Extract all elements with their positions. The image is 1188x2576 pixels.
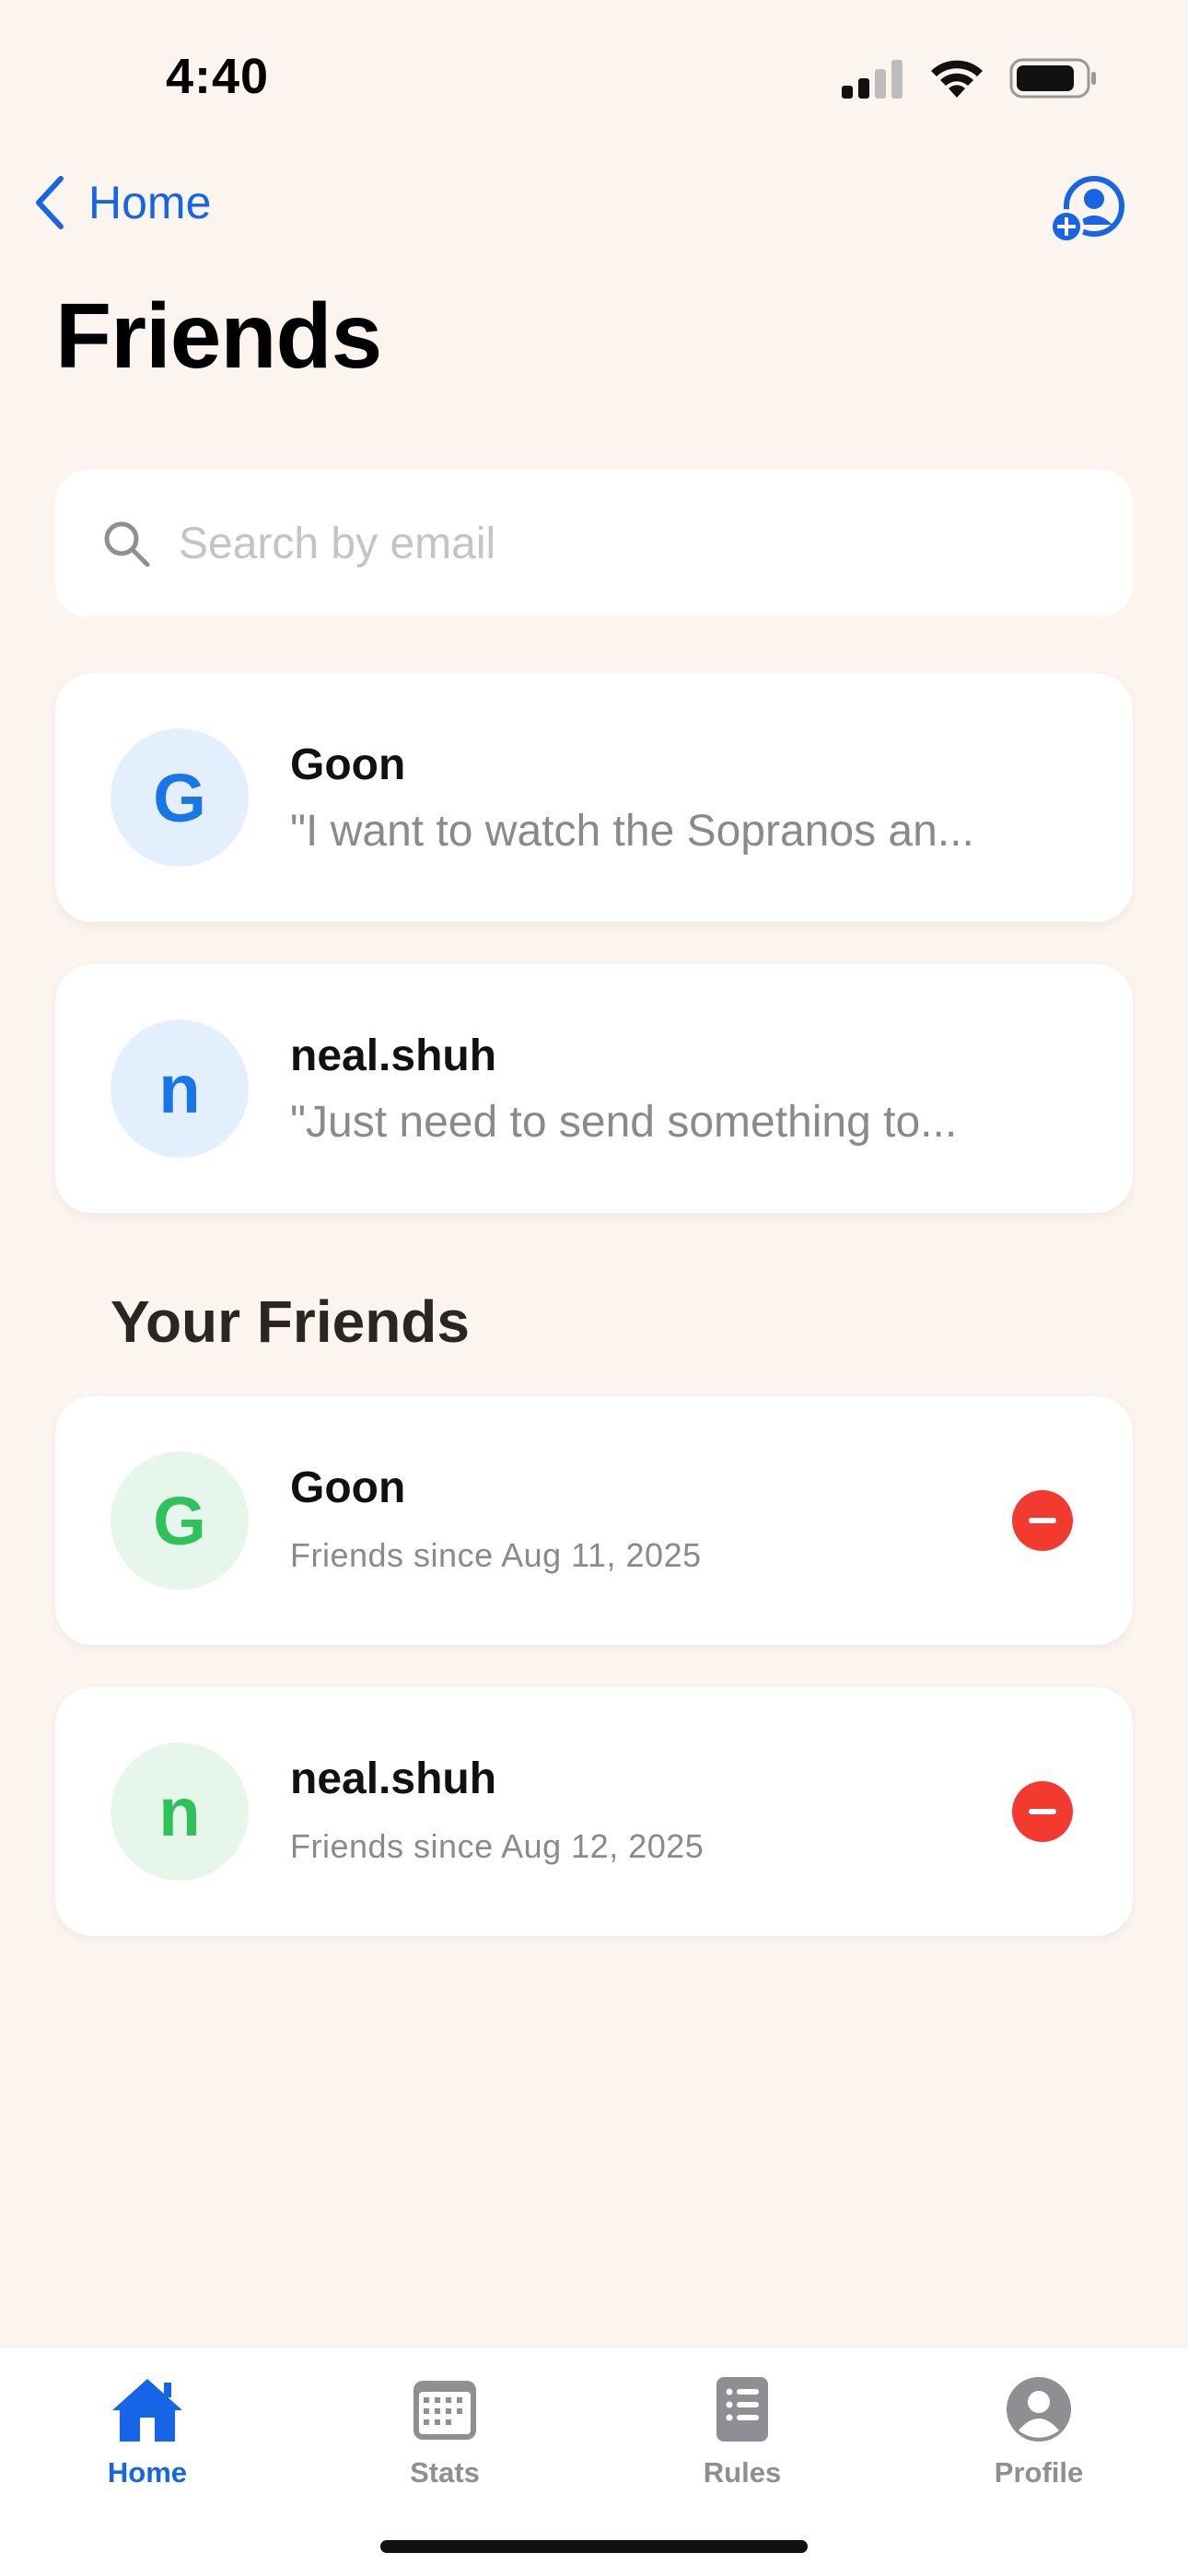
add-person-icon: [1049, 176, 1124, 244]
tab-profile[interactable]: Profile: [947, 2375, 1131, 2489]
tab-label: Profile: [994, 2456, 1084, 2489]
back-button[interactable]: Home: [33, 175, 211, 230]
friend-card-neal[interactable]: n neal.shuh Friends since Aug 12, 2025: [55, 1687, 1133, 1936]
request-preview: "Just need to send something to...: [290, 1098, 958, 1147]
request-card-neal[interactable]: n neal.shuh "Just need to send something…: [55, 964, 1133, 1213]
avatar: n: [111, 1020, 249, 1158]
friend-name: neal.shuh: [290, 1754, 497, 1803]
tab-label: Rules: [703, 2456, 782, 2489]
request-card-goon[interactable]: G Goon "I want to watch the Sopranos an.…: [55, 673, 1133, 922]
friend-name: Goon: [290, 1463, 406, 1512]
battery-icon: [1009, 58, 1096, 99]
request-name: Goon: [290, 740, 406, 789]
section-title-your-friends: Your Friends: [111, 1288, 470, 1355]
calendar-icon: [413, 2381, 476, 2440]
request-name: neal.shuh: [290, 1032, 497, 1080]
tab-rules[interactable]: Rules: [650, 2375, 834, 2489]
person-circle-icon: [1007, 2377, 1071, 2442]
remove-friend-button[interactable]: [1012, 1490, 1073, 1551]
status-time: 4:40: [166, 49, 270, 104]
home-indicator: [380, 2540, 808, 2553]
request-preview: "I want to watch the Sopranos an...: [290, 807, 974, 856]
list-icon: [716, 2377, 768, 2442]
wifi-icon: [931, 60, 983, 98]
friend-since: Friends since Aug 11, 2025: [290, 1536, 702, 1574]
tab-home[interactable]: Home: [55, 2375, 239, 2489]
friend-since: Friends since Aug 12, 2025: [290, 1827, 705, 1865]
search-icon: [104, 521, 150, 567]
back-button-label: Home: [88, 177, 212, 228]
tab-label: Stats: [410, 2456, 480, 2489]
tab-stats[interactable]: Stats: [353, 2375, 537, 2489]
house-icon: [112, 2379, 182, 2442]
search-bar[interactable]: [55, 470, 1133, 617]
page-title: Friends: [55, 285, 382, 388]
friend-card-goon[interactable]: G Goon Friends since Aug 11, 2025: [55, 1396, 1133, 1645]
avatar: n: [111, 1743, 249, 1881]
status-icons: [840, 57, 1098, 99]
cellular-signal-icon: [842, 60, 903, 99]
remove-friend-button[interactable]: [1012, 1781, 1073, 1842]
search-input[interactable]: [177, 517, 1133, 570]
avatar: G: [111, 729, 249, 867]
avatar: G: [111, 1451, 249, 1590]
tab-label: Home: [107, 2456, 188, 2489]
add-friend-button[interactable]: [1049, 173, 1129, 251]
chevron-left-icon: [36, 176, 64, 229]
